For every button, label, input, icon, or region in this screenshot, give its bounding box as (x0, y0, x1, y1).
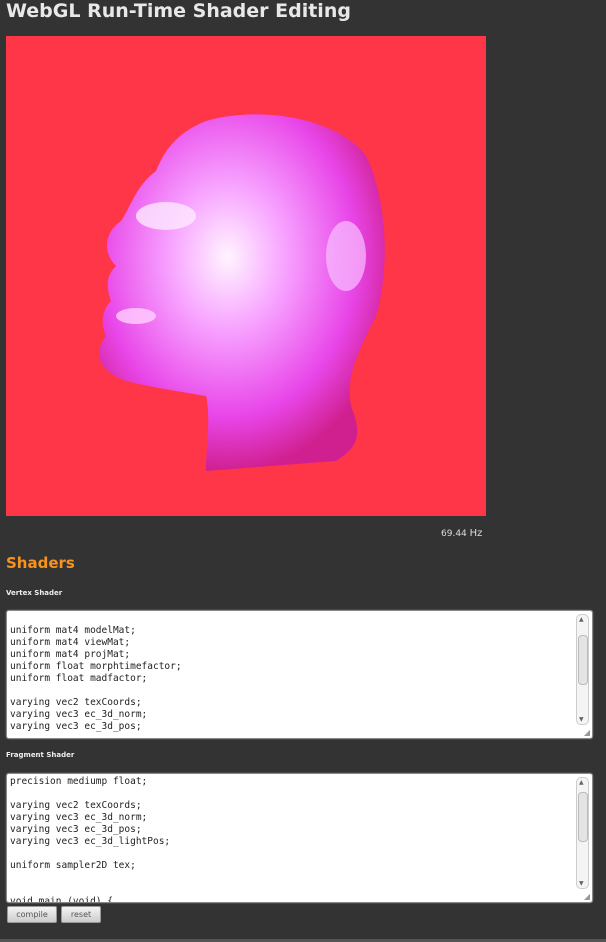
vertex-shader-editor[interactable]: uniform mat4 modelMat; uniform mat4 view… (6, 610, 593, 739)
scroll-up-icon[interactable]: ▲ (579, 779, 584, 786)
fragment-scrollbar[interactable]: ▲ ▼ (576, 777, 589, 889)
reset-button[interactable]: reset (61, 906, 101, 923)
fps-readout: 69.44 Hz (441, 528, 482, 539)
shaders-heading: Shaders (6, 554, 75, 572)
vertex-shader-code[interactable]: uniform mat4 modelMat; uniform mat4 view… (7, 611, 592, 735)
scroll-thumb[interactable] (578, 792, 588, 842)
head-model-render (98, 114, 385, 471)
fragment-shader-code[interactable]: precision mediump float; varying vec2 te… (7, 774, 592, 902)
resize-grip-icon[interactable]: ◢ (584, 728, 590, 737)
fragment-shader-editor[interactable]: precision mediump float; varying vec2 te… (6, 773, 593, 903)
compile-button[interactable]: compile (7, 906, 57, 923)
webgl-canvas[interactable] (6, 36, 486, 516)
vertex-shader-label: Vertex Shader (6, 589, 63, 597)
scroll-down-icon[interactable]: ▼ (579, 880, 584, 887)
vertex-scrollbar[interactable]: ▲ ▼ (576, 614, 589, 725)
fps-unit: Hz (469, 528, 483, 539)
scroll-down-icon[interactable]: ▼ (579, 716, 584, 723)
scroll-thumb[interactable] (578, 635, 588, 685)
page-title: WebGL Run-Time Shader Editing (6, 0, 351, 22)
fps-value: 69.44 (441, 529, 467, 539)
scroll-up-icon[interactable]: ▲ (579, 616, 584, 623)
resize-grip-icon[interactable]: ◢ (584, 892, 590, 901)
fragment-shader-label: Fragment Shader (6, 751, 75, 759)
